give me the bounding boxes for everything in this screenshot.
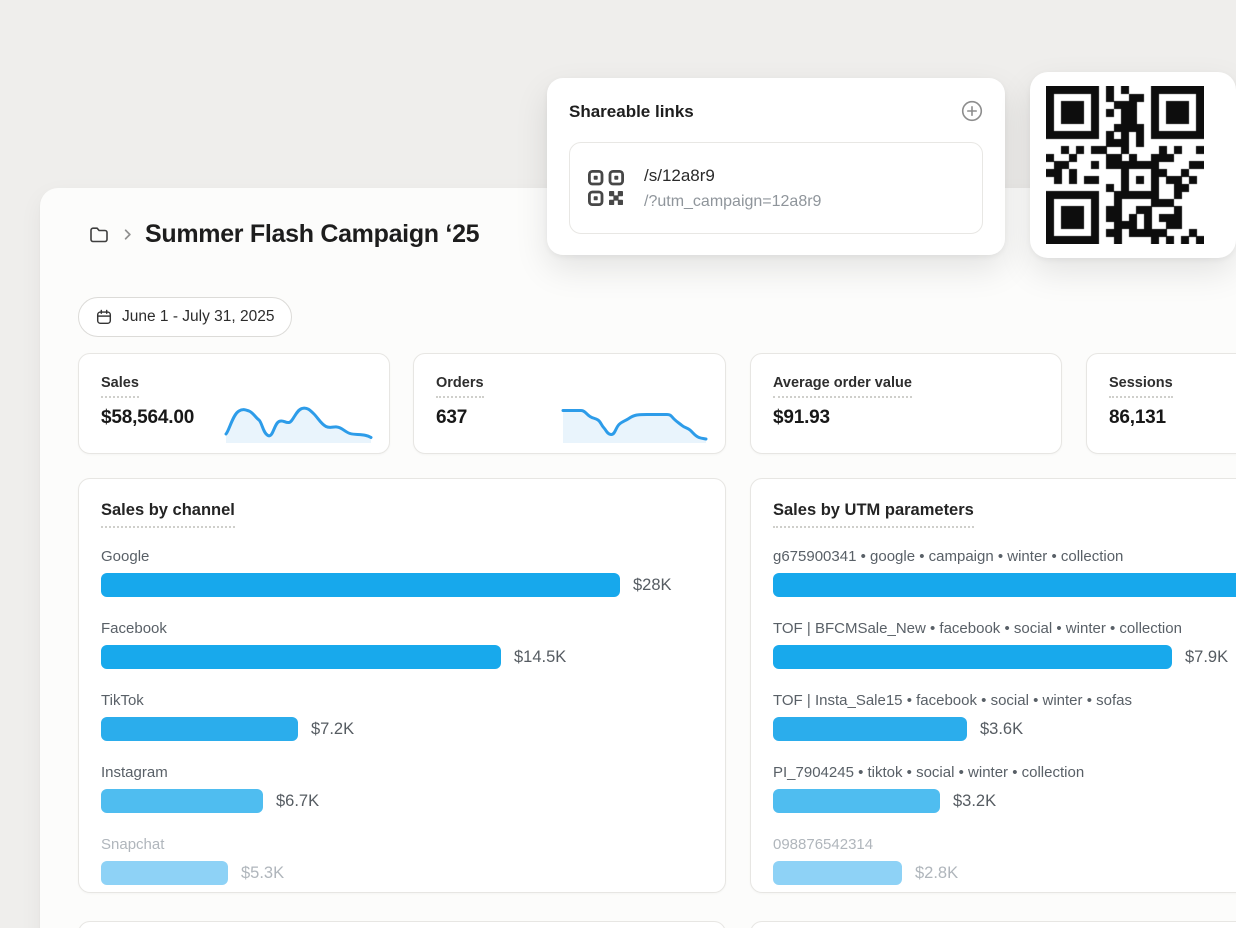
sales-sparkline [223,397,375,443]
chart-row-tiktok: TikTok $7.2K [101,692,703,741]
bar-value: $7.2K [311,720,354,739]
bar[interactable] [773,861,902,885]
orders-sparkline [559,397,711,443]
plus-circle-icon [960,99,984,123]
metric-label[interactable]: Sales [101,375,139,398]
shareable-link-row[interactable]: /s/12a8r9 /?utm_campaign=12a8r9 [569,142,983,234]
bar[interactable] [773,573,1236,597]
qr-code-card [1030,72,1236,258]
qr-code [1046,86,1204,244]
metric-card-aov: Average order value $91.93 [750,353,1062,454]
bar-value: $3.2K [953,792,996,811]
bar[interactable] [101,573,620,597]
qr-mini-icon [587,169,625,207]
bar-value: $5.3K [241,864,284,883]
chart-row-instagram: Instagram $6.7K [101,764,703,813]
chart-row-google: Google $28K [101,548,703,597]
chart-row-utm-3: TOF | Insta_Sale15 • facebook • social •… [773,692,1236,741]
sales-by-utm-card: Sales by UTM parameters g675900341 • goo… [750,478,1236,893]
metric-value: 86,131 [1109,407,1236,429]
dashboard-page: Summer Flash Campaign ‘25 June 1 - July … [0,0,1236,928]
chart-title[interactable]: Sales by UTM parameters [773,501,974,528]
chart-row-facebook: Facebook $14.5K [101,620,703,669]
metric-card-orders: Orders 637 [413,353,726,454]
bar[interactable] [101,645,501,669]
calendar-icon [95,308,113,326]
metric-label[interactable]: Average order value [773,375,912,398]
date-range-label: June 1 - July 31, 2025 [122,308,275,326]
page-title: Summer Flash Campaign ‘25 [145,220,479,249]
shareable-links-card: Shareable links [547,78,1005,255]
share-card-title: Shareable links [569,102,983,122]
bottom-right-card [750,921,1236,928]
date-range-button[interactable]: June 1 - July 31, 2025 [78,297,292,337]
folder-icon[interactable] [88,224,110,246]
bar-value: $7.9K [1185,648,1228,667]
sales-by-channel-card: Sales by channel Google $28K Facebook $1… [78,478,726,893]
bar-value: $6.7K [276,792,319,811]
chart-row-utm-2: TOF | BFCMSale_New • facebook • social •… [773,620,1236,669]
bottom-left-card [78,921,726,928]
metric-label[interactable]: Orders [436,375,484,398]
short-link-text: /s/12a8r9 [644,166,821,186]
breadcrumb: Summer Flash Campaign ‘25 [88,220,479,249]
bar-value: $28K [633,576,672,595]
bar[interactable] [773,717,967,741]
bar-value: $3.6K [980,720,1023,739]
chart-row-snapchat: Snapchat $5.3K [101,836,703,885]
chart-row-utm-1: g675900341 • google • campaign • winter … [773,548,1236,597]
bar[interactable] [101,717,298,741]
utm-link-text: /?utm_campaign=12a8r9 [644,193,821,211]
chart-title[interactable]: Sales by channel [101,501,235,528]
add-link-button[interactable] [959,98,985,124]
bar[interactable] [773,645,1172,669]
metric-card-sessions: Sessions 86,131 [1086,353,1236,454]
metric-label[interactable]: Sessions [1109,375,1173,398]
chart-row-utm-5: 098876542314 $2.8K [773,836,1236,885]
chevron-right-icon [120,227,135,242]
bar[interactable] [101,861,228,885]
metric-card-sales: Sales $58,564.00 [78,353,390,454]
bar[interactable] [101,789,263,813]
metric-value: $91.93 [773,407,1039,429]
bar-value: $14.5K [514,648,566,667]
bar-value: $2.8K [915,864,958,883]
bar[interactable] [773,789,940,813]
chart-row-utm-4: PI_7904245 • tiktok • social • winter • … [773,764,1236,813]
